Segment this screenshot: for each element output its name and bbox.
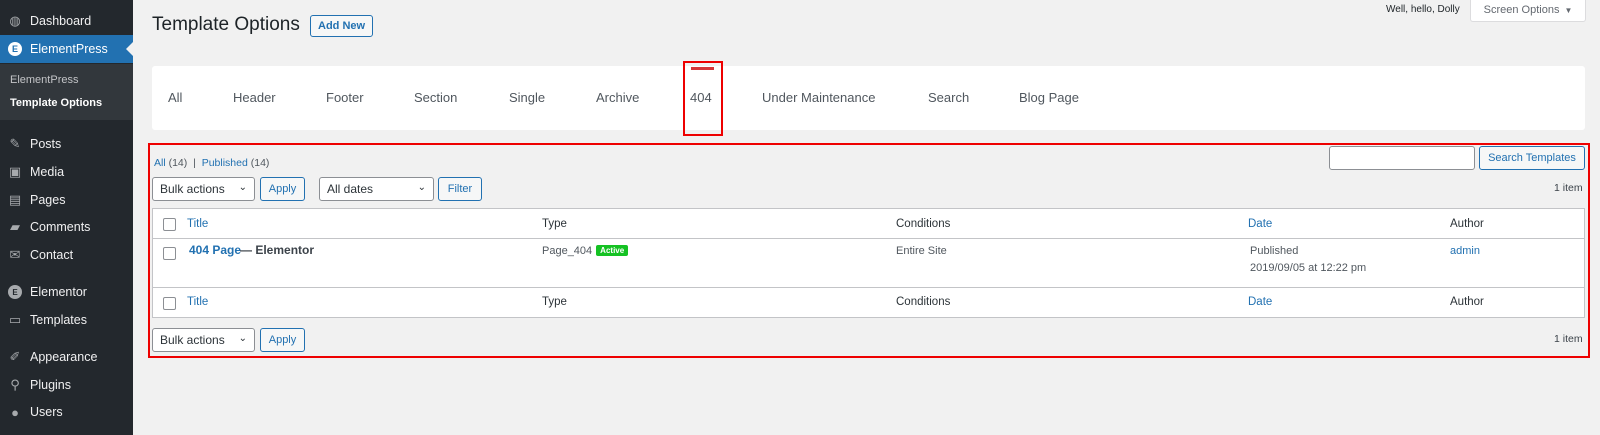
menu-item-contact[interactable]: ✉ Contact bbox=[0, 241, 133, 269]
submenu-item-elementpress[interactable]: ElementPress bbox=[10, 74, 78, 86]
tab-archive[interactable]: Archive bbox=[596, 90, 639, 105]
tab-section[interactable]: Section bbox=[414, 90, 457, 105]
submenu-item-template-options[interactable]: Template Options bbox=[10, 97, 102, 109]
template-type-tabs: All Header Footer Section Single Archive… bbox=[152, 66, 1585, 130]
tab-blog-page[interactable]: Blog Page bbox=[1019, 90, 1079, 105]
elementor-logo-icon: E bbox=[7, 284, 23, 300]
menu-item-pages[interactable]: ▤ Pages bbox=[0, 186, 133, 214]
howdy-greeting[interactable]: Well, hello, Dolly bbox=[1386, 4, 1460, 15]
dashboard-icon: ◍ bbox=[9, 13, 21, 28]
menu-label: Comments bbox=[30, 220, 91, 234]
highlight-box-404-tab bbox=[683, 61, 723, 136]
menu-label: Appearance bbox=[30, 350, 98, 364]
paintbrush-icon: ✐ bbox=[9, 349, 21, 364]
highlight-box-template-list bbox=[148, 143, 1590, 358]
add-new-button[interactable]: Add New bbox=[310, 15, 374, 37]
menu-label: Dashboard bbox=[30, 14, 92, 28]
tab-under-maintenance[interactable]: Under Maintenance bbox=[762, 90, 875, 105]
tab-single[interactable]: Single bbox=[509, 90, 545, 105]
tab-footer[interactable]: Footer bbox=[326, 90, 364, 105]
admin-sidebar: ◍ Dashboard E ElementPress ElementPress … bbox=[0, 0, 133, 435]
mail-icon: ✉ bbox=[9, 247, 21, 262]
page-title: Template Options bbox=[152, 14, 300, 35]
elementpress-submenu: ElementPress Template Options bbox=[0, 64, 133, 120]
menu-label: Templates bbox=[30, 313, 87, 327]
menu-item-posts[interactable]: ✎ Posts bbox=[0, 130, 133, 158]
folder-icon: ▭ bbox=[8, 312, 22, 327]
pages-icon: ▤ bbox=[8, 192, 22, 207]
tab-all[interactable]: All bbox=[168, 90, 182, 105]
screen-options-label: Screen Options bbox=[1483, 4, 1560, 16]
menu-item-templates[interactable]: ▭ Templates bbox=[0, 306, 133, 334]
menu-label: Plugins bbox=[30, 378, 71, 392]
menu-item-media[interactable]: ▣ Media bbox=[0, 158, 133, 186]
menu-label: Contact bbox=[30, 248, 74, 262]
user-icon: ● bbox=[11, 404, 19, 420]
menu-label: Elementor bbox=[30, 285, 87, 299]
comment-icon: ▰ bbox=[10, 219, 20, 234]
tab-header[interactable]: Header bbox=[233, 90, 276, 105]
tab-search[interactable]: Search bbox=[928, 90, 969, 105]
menu-label: Posts bbox=[30, 137, 62, 151]
active-arrow bbox=[126, 42, 133, 56]
elementpress-logo-icon: E bbox=[7, 41, 23, 57]
caret-down-icon: ▼ bbox=[1564, 5, 1573, 15]
pin-icon: ✎ bbox=[9, 136, 21, 151]
media-icon: ▣ bbox=[8, 164, 22, 179]
menu-label: Media bbox=[30, 165, 65, 179]
menu-item-elementpress[interactable]: E ElementPress bbox=[0, 35, 133, 63]
plugin-icon: ⚲ bbox=[10, 377, 20, 392]
menu-label: Pages bbox=[30, 193, 66, 207]
menu-item-appearance[interactable]: ✐ Appearance bbox=[0, 343, 133, 371]
screen-options-button[interactable]: Screen Options ▼ bbox=[1470, 0, 1586, 22]
menu-item-users[interactable]: ● Users bbox=[0, 398, 133, 426]
menu-label: ElementPress bbox=[30, 42, 108, 56]
menu-item-dashboard[interactable]: ◍ Dashboard bbox=[0, 7, 133, 35]
menu-label: Users bbox=[30, 405, 63, 419]
menu-item-elementor[interactable]: E Elementor bbox=[0, 278, 133, 306]
menu-item-plugins[interactable]: ⚲ Plugins bbox=[0, 371, 133, 399]
menu-item-comments[interactable]: ▰ Comments bbox=[0, 213, 133, 241]
